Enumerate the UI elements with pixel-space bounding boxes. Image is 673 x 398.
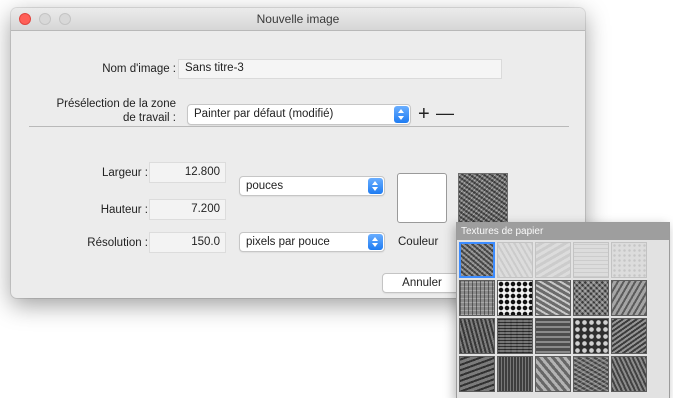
resolution-units-stepper-icon bbox=[368, 234, 383, 250]
dimension-units-stepper-icon bbox=[368, 178, 383, 194]
dimension-units-value: pouces bbox=[246, 180, 284, 192]
remove-preset-button[interactable]: — bbox=[436, 103, 454, 123]
resolution-units-select[interactable]: pixels par pouce bbox=[239, 232, 385, 252]
paper-texture-well[interactable] bbox=[458, 173, 508, 223]
preset-select[interactable]: Painter par défaut (modifié) bbox=[187, 104, 411, 125]
title-bar[interactable]: Nouvelle image bbox=[11, 8, 585, 31]
paper-texture-8[interactable] bbox=[535, 280, 571, 316]
paper-texture-11[interactable] bbox=[459, 318, 495, 354]
resolution-field[interactable]: 150.0 bbox=[149, 232, 226, 253]
paper-texture-7[interactable] bbox=[497, 280, 533, 316]
width-label: Largeur : bbox=[101, 167, 148, 179]
resolution-label: Résolution : bbox=[87, 237, 148, 249]
paper-texture-14[interactable] bbox=[573, 318, 609, 354]
paper-texture-1[interactable] bbox=[459, 242, 495, 278]
paper-texture-20[interactable] bbox=[611, 356, 647, 392]
image-name-field[interactable]: Sans titre-3 bbox=[178, 59, 502, 79]
paper-texture-4[interactable] bbox=[573, 242, 609, 278]
height-field[interactable]: 7.200 bbox=[149, 199, 226, 220]
paper-texture-12[interactable] bbox=[497, 318, 533, 354]
paper-texture-9[interactable] bbox=[573, 280, 609, 316]
paper-texture-3[interactable] bbox=[535, 242, 571, 278]
color-well[interactable] bbox=[397, 173, 447, 223]
separator bbox=[29, 126, 569, 127]
paper-texture-16[interactable] bbox=[459, 356, 495, 392]
cancel-button[interactable]: Annuler bbox=[382, 273, 462, 293]
preset-label: Présélection de la zone de travail : bbox=[56, 97, 176, 125]
paper-texture-15[interactable] bbox=[611, 318, 647, 354]
paper-texture-17[interactable] bbox=[497, 356, 533, 392]
paper-textures-title: Textures de papier bbox=[457, 223, 669, 240]
window-title: Nouvelle image bbox=[256, 12, 340, 26]
resolution-units-value: pixels par pouce bbox=[246, 236, 330, 248]
paper-texture-6[interactable] bbox=[459, 280, 495, 316]
paper-texture-13[interactable] bbox=[535, 318, 571, 354]
paper-texture-5[interactable] bbox=[611, 242, 647, 278]
paper-textures-popup: Textures de papier bbox=[456, 222, 670, 398]
color-label: Couleur bbox=[398, 236, 439, 248]
image-name-label: Nom d'image : bbox=[102, 63, 176, 75]
preset-label-line1: Présélection de la zone bbox=[56, 98, 176, 110]
height-label: Hauteur : bbox=[100, 204, 148, 216]
preset-select-value: Painter par défaut (modifié) bbox=[194, 108, 334, 120]
screen: Nouvelle image Nom d'image : Sans titre-… bbox=[0, 0, 673, 398]
dimension-units-select[interactable]: pouces bbox=[239, 176, 385, 196]
paper-texture-19[interactable] bbox=[573, 356, 609, 392]
add-preset-button[interactable]: + bbox=[418, 104, 430, 124]
preset-select-stepper-icon bbox=[394, 106, 409, 123]
preset-label-line2: de travail : bbox=[122, 112, 176, 124]
paper-texture-10[interactable] bbox=[611, 280, 647, 316]
paper-texture-2[interactable] bbox=[497, 242, 533, 278]
width-field[interactable]: 12.800 bbox=[149, 162, 226, 183]
paper-texture-18[interactable] bbox=[535, 356, 571, 392]
